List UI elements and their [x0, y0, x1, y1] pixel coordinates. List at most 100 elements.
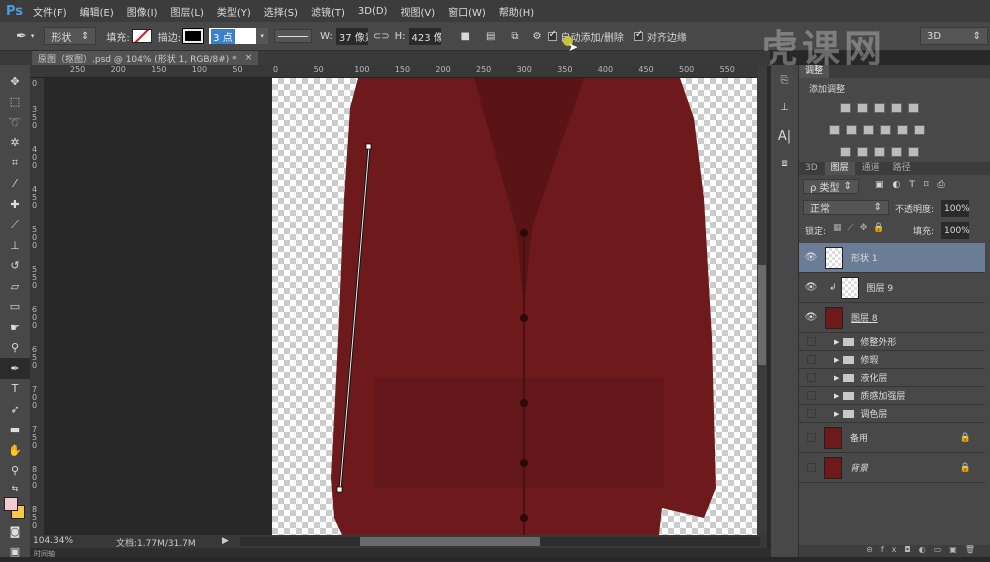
- zoom-level[interactable]: 104.34%: [33, 536, 73, 546]
- menu-type[interactable]: 类型(Y): [217, 4, 251, 19]
- vertical-scrollbar[interactable]: [757, 65, 767, 535]
- stroke-swatch[interactable]: [183, 29, 203, 43]
- layer-row[interactable]: 👁↲图层 9: [799, 273, 985, 303]
- history-panel-icon[interactable]: ⎘: [771, 75, 798, 86]
- layer-row[interactable]: 👁图层 8: [799, 303, 985, 333]
- stroke-type-select[interactable]: [274, 29, 312, 43]
- eyedropper-tool-icon[interactable]: ⁄: [0, 174, 30, 195]
- healing-brush-tool-icon[interactable]: ✚: [0, 194, 30, 215]
- levels-icon[interactable]: [857, 103, 868, 113]
- tool-presets-icon[interactable]: ⊥: [771, 102, 798, 113]
- layer-row[interactable]: 背景🔒: [799, 453, 985, 483]
- expand-arrow-icon[interactable]: ▶: [834, 392, 839, 400]
- tool-mode-select[interactable]: 形状⇕: [44, 27, 96, 45]
- blend-mode-select[interactable]: 正常⇕: [803, 200, 889, 215]
- opacity-input[interactable]: 100%: [941, 200, 969, 217]
- visibility-box[interactable]: [807, 355, 816, 364]
- layer-filter-select[interactable]: ρ 类型⇕: [803, 179, 859, 194]
- group-row[interactable]: ▶修瑕: [799, 351, 985, 369]
- menu-layer[interactable]: 图层(L): [171, 4, 204, 19]
- stroke-width-input[interactable]: 3 点: [209, 28, 256, 44]
- menu-filter[interactable]: 滤镜(T): [311, 4, 345, 19]
- black-white-icon[interactable]: [863, 125, 874, 135]
- gradient-map-icon[interactable]: [908, 147, 919, 157]
- expand-arrow-icon[interactable]: ▶: [834, 356, 839, 364]
- dodge-tool-icon[interactable]: ⚲: [0, 338, 30, 359]
- visibility-box[interactable]: [807, 373, 816, 382]
- channel-mixer-icon[interactable]: [897, 125, 908, 135]
- canvas-area[interactable]: [44, 78, 757, 535]
- close-tab-icon[interactable]: ×: [245, 53, 253, 63]
- path-operations-icon[interactable]: ■: [461, 31, 470, 42]
- eye-icon[interactable]: 👁: [799, 282, 823, 293]
- invert-icon[interactable]: [840, 147, 851, 157]
- foreground-color-swatch[interactable]: [4, 497, 18, 511]
- timeline-tab[interactable]: 时间轴: [30, 548, 770, 557]
- hscroll-thumb[interactable]: [360, 537, 540, 546]
- tab-3d[interactable]: 3D: [799, 162, 824, 175]
- quick-mask-icon[interactable]: ◙: [0, 521, 30, 542]
- color-balance-icon[interactable]: [846, 125, 857, 135]
- swap-colors-icon[interactable]: ⇆: [0, 481, 30, 495]
- fill-swatch[interactable]: [132, 29, 152, 43]
- layer-filter-icons[interactable]: ▣◐T⌑⎙: [875, 180, 954, 190]
- marquee-tool-icon[interactable]: ⬚: [0, 92, 30, 113]
- adjustments-tab[interactable]: 调整: [799, 65, 829, 78]
- group-row[interactable]: ▶修整外形: [799, 333, 985, 351]
- auto-add-delete-checkbox[interactable]: [548, 32, 557, 41]
- fill-input[interactable]: 100%: [941, 222, 969, 239]
- menu-file[interactable]: 文件(F): [33, 4, 67, 19]
- eraser-tool-icon[interactable]: ▱: [0, 276, 30, 297]
- exposure-icon[interactable]: [891, 103, 902, 113]
- hand-tool-icon[interactable]: ✋: [0, 440, 30, 461]
- height-input[interactable]: 423 像素: [409, 28, 441, 45]
- curves-icon[interactable]: [874, 103, 885, 113]
- pen-tool-icon[interactable]: ✒: [16, 29, 27, 44]
- pen-tool-icon[interactable]: ✒: [0, 358, 30, 379]
- gear-icon[interactable]: ⚙: [533, 31, 542, 42]
- eye-icon[interactable]: 👁: [799, 252, 823, 263]
- menu-view[interactable]: 视图(V): [400, 4, 435, 19]
- menu-3d[interactable]: 3D(D): [358, 6, 388, 17]
- magic-wand-tool-icon[interactable]: ✲: [0, 133, 30, 154]
- stroke-width-dropdown[interactable]: ▾: [256, 28, 268, 44]
- screen-mode-icon[interactable]: ▣: [0, 542, 30, 562]
- visibility-box[interactable]: [807, 463, 816, 472]
- menu-window[interactable]: 窗口(W): [448, 4, 486, 19]
- visibility-box[interactable]: [807, 433, 816, 442]
- group-row[interactable]: ▶液化层: [799, 369, 985, 387]
- lock-icons[interactable]: ▦⟋✥🔒: [833, 223, 891, 233]
- 3d-panel-icon[interactable]: ⧈: [771, 158, 798, 169]
- color-lookup-icon[interactable]: [914, 125, 925, 135]
- smudge-tool-icon[interactable]: ☛: [0, 317, 30, 338]
- expand-arrow-icon[interactable]: ▶: [834, 338, 839, 346]
- status-menu-arrow-icon[interactable]: ▶: [222, 536, 229, 546]
- rectangle-tool-icon[interactable]: ▬: [0, 420, 30, 441]
- scroll-thumb[interactable]: [758, 265, 766, 365]
- history-brush-tool-icon[interactable]: ↺: [0, 256, 30, 277]
- visibility-box[interactable]: [807, 337, 816, 346]
- expand-arrow-icon[interactable]: ▶: [834, 374, 839, 382]
- move-tool-icon[interactable]: ✥: [0, 71, 30, 92]
- path-selection-tool-icon[interactable]: ➶: [0, 399, 30, 420]
- layer-row[interactable]: 备用🔒: [799, 423, 985, 453]
- tab-paths[interactable]: 路径: [887, 162, 917, 175]
- eye-icon[interactable]: 👁: [799, 312, 823, 323]
- path-arrangement-icon[interactable]: ⧉: [511, 31, 518, 42]
- group-row[interactable]: ▶质感加强层: [799, 387, 985, 405]
- posterize-icon[interactable]: [857, 147, 868, 157]
- type-tool-icon[interactable]: T: [0, 379, 30, 400]
- width-input[interactable]: 37 像素: [336, 28, 368, 45]
- expand-arrow-icon[interactable]: ▶: [834, 410, 839, 418]
- horizontal-scrollbar[interactable]: [240, 537, 760, 546]
- visibility-box[interactable]: [807, 391, 816, 400]
- threshold-icon[interactable]: [874, 147, 885, 157]
- zoom-tool-icon[interactable]: ⚲: [0, 461, 30, 482]
- brightness-icon[interactable]: [840, 103, 851, 113]
- path-alignment-icon[interactable]: ▤: [486, 31, 495, 42]
- link-icon[interactable]: ⊂⊃: [373, 31, 390, 42]
- selective-color-icon[interactable]: [891, 147, 902, 157]
- brush-tool-icon[interactable]: ⟋: [0, 215, 30, 236]
- menu-edit[interactable]: 编辑(E): [80, 4, 114, 19]
- workspace-select[interactable]: 3D⇕: [920, 27, 988, 45]
